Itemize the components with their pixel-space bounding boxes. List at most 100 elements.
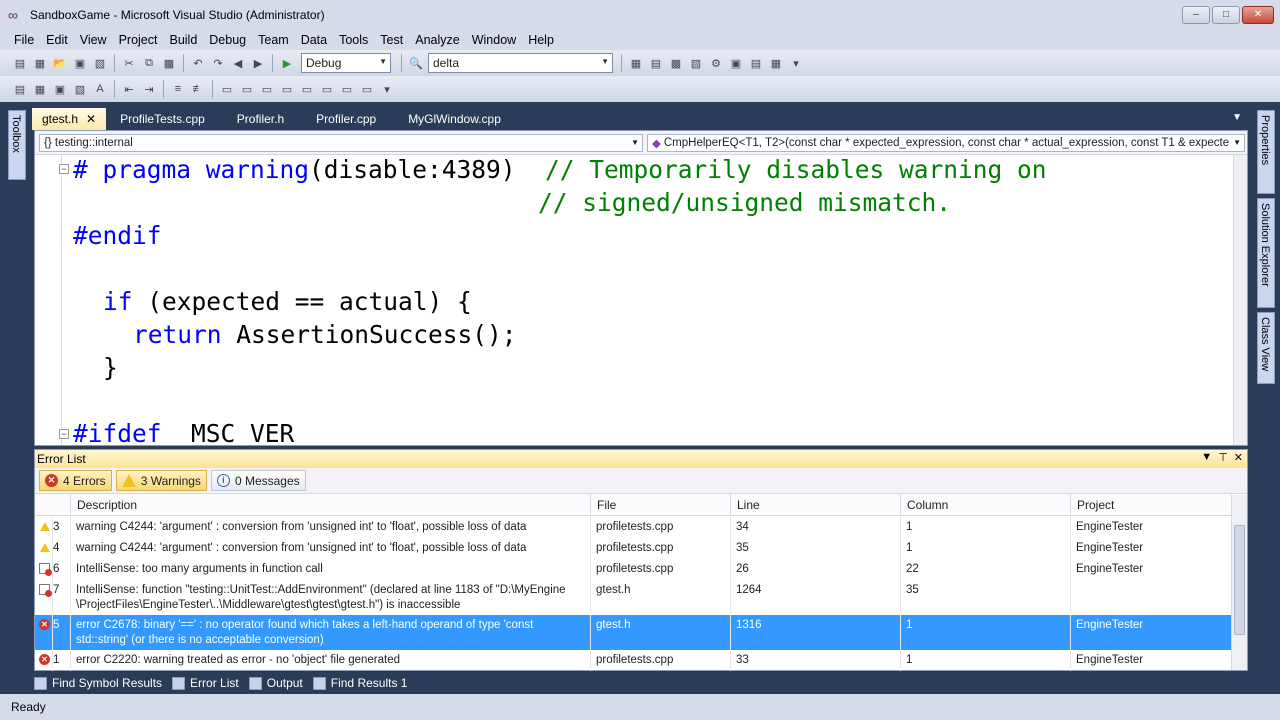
error-list-scrollbar[interactable] bbox=[1231, 495, 1247, 670]
menu-data[interactable]: Data bbox=[295, 33, 333, 47]
column-header-column[interactable]: Column bbox=[901, 494, 1071, 515]
properties-window-icon[interactable]: ▤ bbox=[648, 55, 664, 71]
minimize-button[interactable]: – bbox=[1182, 6, 1210, 24]
clear-bookmarks-icon[interactable]: ▭ bbox=[359, 81, 375, 97]
menu-file[interactable]: File bbox=[8, 33, 40, 47]
editor-scrollbar[interactable] bbox=[1233, 155, 1247, 445]
menu-debug[interactable]: Debug bbox=[203, 33, 252, 47]
previous-bookmark-in-folder-icon[interactable]: ▭ bbox=[279, 81, 295, 97]
tab-output[interactable]: Output bbox=[248, 676, 303, 690]
column-header-line[interactable]: Line bbox=[731, 494, 901, 515]
scope-dropdown[interactable]: {} testing::internal ▼ bbox=[39, 134, 643, 152]
undo-icon[interactable]: ↶ bbox=[190, 55, 206, 71]
menu-project[interactable]: Project bbox=[113, 33, 164, 47]
save-icon[interactable]: ▣ bbox=[72, 55, 88, 71]
menu-test[interactable]: Test bbox=[374, 33, 409, 47]
scrollbar-thumb[interactable] bbox=[1234, 525, 1245, 635]
column-header-description[interactable]: Description bbox=[71, 494, 591, 515]
close-icon[interactable]: ✕ bbox=[86, 112, 96, 126]
object-browser-icon[interactable]: ▩ bbox=[668, 55, 684, 71]
navigate-forward-icon[interactable]: ▶ bbox=[250, 55, 266, 71]
tab-find-symbol-results[interactable]: Find Symbol Results bbox=[34, 676, 162, 690]
member-dropdown[interactable]: ◆ CmpHelperEQ<T1, T2>(const char * expec… bbox=[647, 134, 1245, 152]
auto-hide-pin-icon[interactable]: ⊤ bbox=[1218, 451, 1228, 464]
find-combo[interactable]: delta ▼ bbox=[428, 53, 613, 73]
errors-filter-button[interactable]: ✕ 4 Errors bbox=[39, 470, 112, 491]
tab-profiler-cpp[interactable]: Profiler.cpp bbox=[306, 108, 386, 130]
toolbar-separator bbox=[212, 80, 213, 98]
display-parameter-info-icon[interactable]: ▦ bbox=[32, 81, 48, 97]
find-in-files-icon[interactable]: 🔍 bbox=[408, 55, 424, 71]
next-bookmark-in-folder-icon[interactable]: ▭ bbox=[299, 81, 315, 97]
save-all-icon[interactable]: ▧ bbox=[92, 55, 108, 71]
next-bookmark-in-document-icon[interactable]: ▭ bbox=[339, 81, 355, 97]
properties-tab[interactable]: Properties bbox=[1257, 110, 1275, 194]
column-header-file[interactable]: File bbox=[591, 494, 731, 515]
next-bookmark-icon[interactable]: ▭ bbox=[259, 81, 275, 97]
tab-profiletests-cpp[interactable]: ProfileTests.cpp bbox=[110, 108, 215, 130]
copy-icon[interactable]: ⧉ bbox=[141, 55, 157, 71]
display-object-member-list-icon[interactable]: ▤ bbox=[12, 81, 28, 97]
toolbar-options-icon[interactable]: ▾ bbox=[379, 81, 395, 97]
toolbox-tab[interactable]: Toolbox bbox=[8, 110, 26, 180]
solution-configuration-combo[interactable]: Debug ▼ bbox=[301, 53, 391, 73]
column-header-project[interactable]: Project bbox=[1071, 494, 1231, 515]
error-list-row[interactable]: 6 IntelliSense: too many arguments in fun… bbox=[35, 559, 1231, 580]
error-list-row[interactable]: 4 warning C4244: 'argument' : conversion … bbox=[35, 538, 1231, 559]
menu-edit[interactable]: Edit bbox=[40, 33, 74, 47]
navigate-backward-icon[interactable]: ◀ bbox=[230, 55, 246, 71]
open-file-icon[interactable]: 📂 bbox=[52, 55, 68, 71]
solution-explorer-icon[interactable]: ▦ bbox=[628, 55, 644, 71]
redo-icon[interactable]: ↷ bbox=[210, 55, 226, 71]
solution-explorer-tab[interactable]: Solution Explorer bbox=[1257, 198, 1275, 308]
maximize-button[interactable]: □ bbox=[1212, 6, 1240, 24]
command-window-icon[interactable]: ▦ bbox=[768, 55, 784, 71]
menu-help[interactable]: Help bbox=[522, 33, 560, 47]
error-list-row[interactable]: ✕ 1 error C2220: warning treated as error … bbox=[35, 650, 1231, 671]
chevron-down-icon[interactable]: ▼ bbox=[1232, 112, 1242, 123]
tab-myglwindow-cpp[interactable]: MyGlWindow.cpp bbox=[398, 108, 511, 130]
display-quick-info-icon[interactable]: ▣ bbox=[52, 81, 68, 97]
menu-team[interactable]: Team bbox=[252, 33, 295, 47]
display-word-completion-icon[interactable]: ▧ bbox=[72, 81, 88, 97]
messages-filter-button[interactable]: i 0 Messages bbox=[210, 470, 306, 491]
start-debugging-icon[interactable]: ▶ bbox=[279, 55, 295, 71]
extension-manager-icon[interactable]: ⚙ bbox=[708, 55, 724, 71]
toggle-bookmark-icon[interactable]: ▭ bbox=[219, 81, 235, 97]
menu-view[interactable]: View bbox=[74, 33, 113, 47]
close-icon[interactable]: ✕ bbox=[1234, 451, 1243, 464]
error-list-row[interactable]: 3 warning C4244: 'argument' : conversion … bbox=[35, 517, 1231, 538]
new-project-icon[interactable]: ▤ bbox=[12, 55, 28, 71]
toolbox-icon[interactable]: ▧ bbox=[688, 55, 704, 71]
error-list-row[interactable]: ✕ 5 error C2678: binary '==' : no operator… bbox=[35, 615, 1231, 650]
window-position-icon[interactable]: ▼ bbox=[1201, 451, 1212, 464]
add-item-icon[interactable]: ▦ bbox=[32, 55, 48, 71]
warnings-filter-button[interactable]: 3 Warnings bbox=[115, 470, 207, 491]
cut-icon[interactable]: ✂ bbox=[121, 55, 137, 71]
decrease-indent-icon[interactable]: ⇤ bbox=[121, 81, 137, 97]
class-view-tab[interactable]: Class View bbox=[1257, 312, 1275, 384]
column-header-icon[interactable] bbox=[35, 494, 71, 515]
paste-icon[interactable]: ▩ bbox=[161, 55, 177, 71]
start-page-icon[interactable]: ▣ bbox=[728, 55, 744, 71]
tab-profiler-h[interactable]: Profiler.h bbox=[227, 108, 294, 130]
uncomment-lines-icon[interactable]: ≢ bbox=[190, 81, 206, 97]
error-list-row[interactable]: 7 IntelliSense: function "testing::UnitTe… bbox=[35, 580, 1231, 615]
comment-lines-icon[interactable]: ≡ bbox=[170, 81, 186, 97]
menu-build[interactable]: Build bbox=[163, 33, 203, 47]
menu-tools[interactable]: Tools bbox=[333, 33, 374, 47]
code-area[interactable]: # pragma warning(disable:4389) // Tempor… bbox=[35, 155, 1235, 445]
tab-error-list[interactable]: Error List bbox=[172, 676, 239, 690]
previous-bookmark-icon[interactable]: ▭ bbox=[239, 81, 255, 97]
class-view-icon[interactable]: ▤ bbox=[748, 55, 764, 71]
increase-indent-icon[interactable]: ⇥ bbox=[141, 81, 157, 97]
font-size-icon[interactable]: A bbox=[92, 81, 108, 97]
toolbar-options-icon[interactable]: ▾ bbox=[788, 55, 804, 71]
code-editor[interactable]: {} testing::internal ▼ ◆ CmpHelperEQ<T1,… bbox=[34, 130, 1248, 446]
tab-gtest-h[interactable]: gtest.h ✕ bbox=[32, 108, 107, 130]
close-button[interactable]: ✕ bbox=[1242, 6, 1274, 24]
tab-find-results-1[interactable]: Find Results 1 bbox=[312, 676, 407, 690]
menu-analyze[interactable]: Analyze bbox=[409, 33, 465, 47]
menu-window[interactable]: Window bbox=[466, 33, 522, 47]
previous-bookmark-in-document-icon[interactable]: ▭ bbox=[319, 81, 335, 97]
